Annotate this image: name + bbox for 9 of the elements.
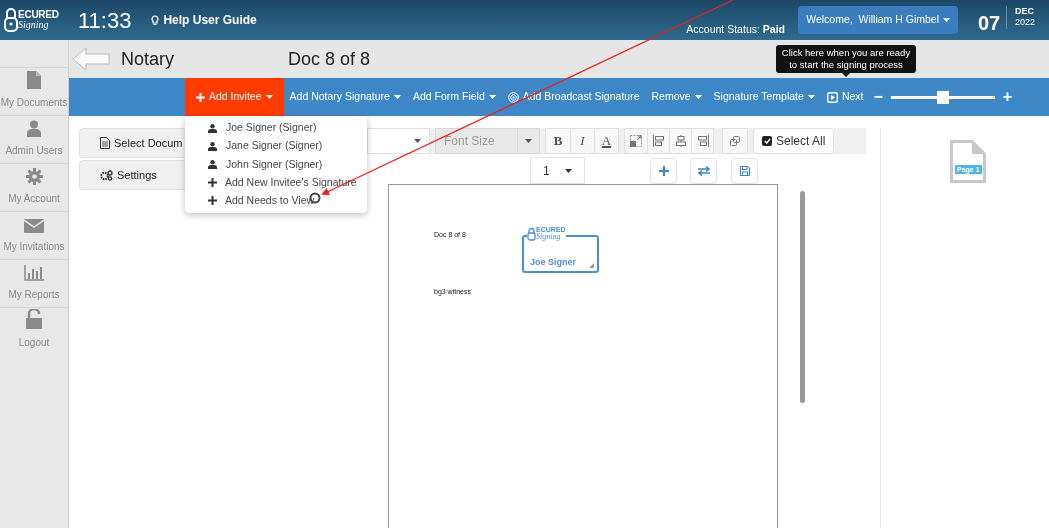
account-status: Account Status: Paid [686, 22, 785, 37]
page-title: Notary [121, 47, 174, 71]
clock: 11:33 [78, 6, 132, 35]
logo: ECURED Signing [4, 3, 64, 37]
date-year: 2022 [1015, 17, 1036, 29]
date-month: DEC [1015, 6, 1035, 18]
document-counter: Doc 8 of 8 [288, 47, 371, 71]
signer-name: Joe Signer [530, 256, 576, 269]
date-day: 07 [978, 8, 1001, 38]
